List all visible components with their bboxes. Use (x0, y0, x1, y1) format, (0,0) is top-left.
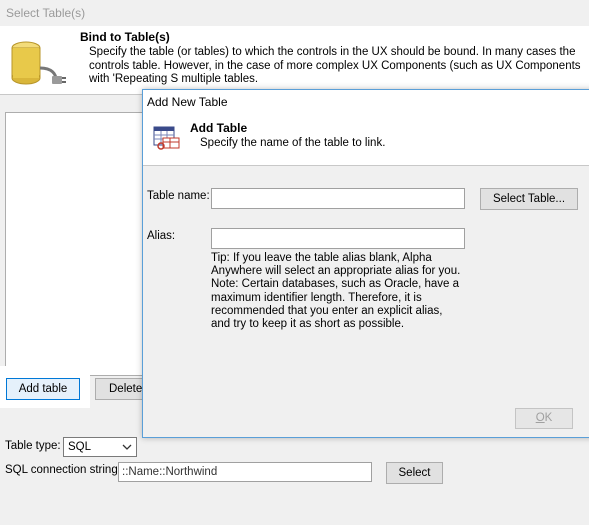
table-type-select[interactable]: SQL (63, 437, 137, 457)
connection-string-input[interactable]: ::Name::Northwind (118, 462, 372, 482)
select-connection-button[interactable]: Select (386, 462, 443, 484)
alias-label: Alias: (147, 230, 176, 242)
dialog-title: Add New Table (143, 90, 589, 114)
outer-header-title: Bind to Table(s) (80, 30, 170, 44)
alias-input[interactable] (211, 228, 465, 249)
add-table-button[interactable]: Add table (6, 378, 80, 400)
ok-button[interactable]: OK (515, 408, 573, 429)
window-title: Select Table(s) (0, 0, 589, 26)
table-type-value: SQL (68, 441, 92, 453)
outer-header-panel: Bind to Table(s) Specify the table (or t… (0, 26, 589, 95)
ok-label-rest: K (544, 412, 553, 424)
dialog-header-title: Add Table (190, 121, 248, 135)
connection-string-label: SQL connection string: (5, 464, 121, 476)
delete-button[interactable]: Delete (95, 378, 145, 400)
outer-header-description: Specify the table (or tables) to which t… (89, 46, 581, 85)
table-name-input[interactable] (211, 188, 465, 209)
table-list[interactable] (5, 112, 143, 376)
dialog-header-panel: Add Table Specify the name of the table … (143, 114, 589, 166)
table-link-icon (153, 126, 180, 150)
add-new-table-dialog: Add New Table Add Table Specify the name… (142, 89, 589, 438)
table-type-label: Table type: (5, 440, 61, 452)
select-table-button[interactable]: Select Table... (480, 188, 578, 210)
dialog-header-description: Specify the name of the table to link. (200, 137, 386, 149)
ok-accelerator: O (535, 412, 545, 424)
alias-tip-text: Tip: If you leave the table alias blank,… (211, 252, 461, 331)
chevron-down-icon (122, 444, 132, 450)
table-name-label: Table name: (147, 190, 210, 202)
database-plug-icon (11, 41, 66, 85)
